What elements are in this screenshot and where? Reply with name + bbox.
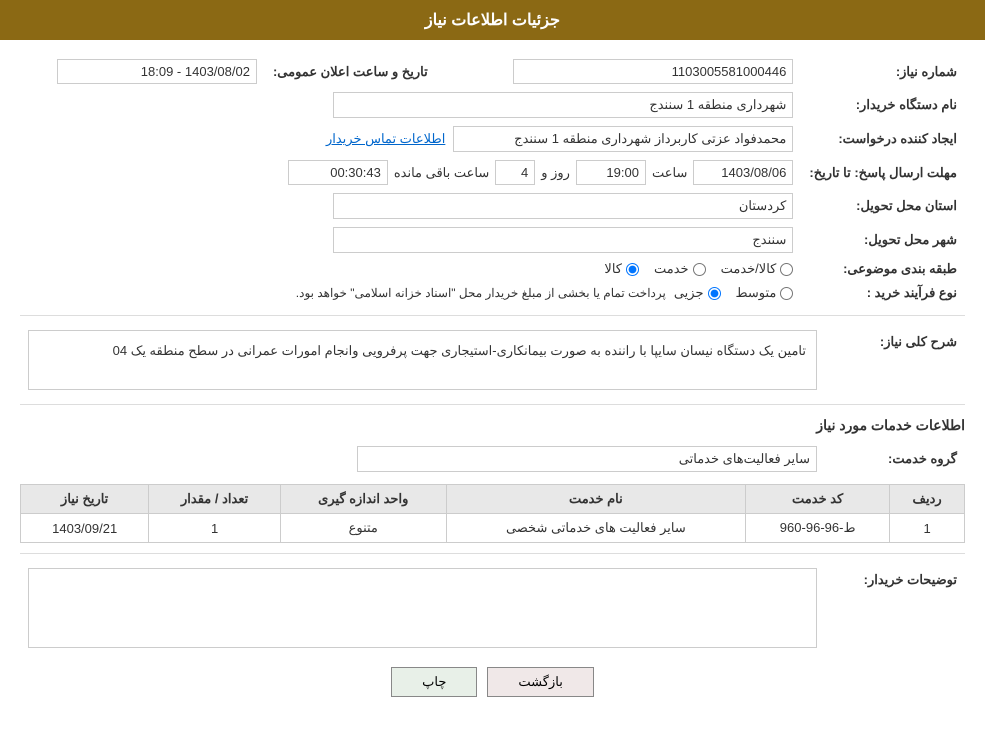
purchase-notice: پرداخت تمام یا بخشی از مبلغ خریدار محل "…: [296, 286, 666, 300]
purchase-label-jozi: جزیی: [674, 285, 704, 301]
date-value: 1403/08/02 - 18:09: [57, 59, 257, 84]
deadline-date: 1403/08/06: [693, 160, 793, 185]
purchase-radio-jozi[interactable]: [708, 287, 721, 300]
deadline-label: مهلت ارسال پاسخ: تا تاریخ:: [801, 156, 965, 189]
purchase-label-motavasset: متوسط: [736, 285, 777, 301]
page-title: جزئیات اطلاعات نیاز: [0, 0, 985, 40]
deadline-days: 4: [495, 160, 535, 185]
col-row-num: ردیف: [890, 485, 965, 514]
city-label: شهر محل تحویل:: [801, 223, 965, 257]
table-cell: 1: [149, 514, 281, 543]
description-label: شرح کلی نیاز:: [825, 326, 965, 394]
buyer-notes-textarea[interactable]: [28, 568, 817, 648]
category-radio-khedmat[interactable]: [693, 263, 706, 276]
province-label: استان محل تحویل:: [801, 189, 965, 223]
table-cell: 1403/09/21: [21, 514, 149, 543]
category-radio-kala-khedmat[interactable]: [780, 263, 793, 276]
description-text: تامین یک دستگاه نیسان سایپا با راننده به…: [28, 330, 817, 390]
col-service-code: کد خدمت: [746, 485, 890, 514]
col-unit: واحد اندازه گیری: [280, 485, 446, 514]
category-khedmat[interactable]: خدمت: [654, 261, 706, 277]
contact-link[interactable]: اطلاعات تماس خریدار: [326, 131, 445, 147]
deadline-time-label: ساعت: [652, 165, 687, 181]
services-group-label: گروه خدمت:: [825, 442, 965, 476]
table-cell: متنوع: [280, 514, 446, 543]
need-number-label: شماره نیاز:: [801, 55, 965, 88]
creator-value: محمدفواد عزتی کاربرداز شهرداری منطقه 1 س…: [453, 126, 793, 152]
purchase-type-motavasset[interactable]: متوسط: [736, 285, 794, 301]
purchase-radio-motavasset[interactable]: [780, 287, 793, 300]
print-button[interactable]: چاپ: [391, 667, 477, 697]
col-service-name: نام خدمت: [446, 485, 745, 514]
category-label-khedmat: خدمت: [654, 261, 689, 277]
category-label-kala: کالا: [604, 261, 622, 277]
category-label-kala-khedmat: کالا/خدمت: [721, 261, 777, 277]
deadline-days-label: روز و: [541, 165, 570, 181]
deadline-time: 19:00: [576, 160, 646, 185]
table-row: 1ط-96-96-960سایر فعالیت های خدماتی شخصیم…: [21, 514, 965, 543]
services-group-value: سایر فعالیت‌های خدماتی: [357, 446, 817, 472]
date-label: تاریخ و ساعت اعلان عمومی:: [265, 55, 436, 88]
category-radio-kala[interactable]: [626, 263, 639, 276]
buttons-row: بازگشت چاپ: [20, 667, 965, 717]
category-kala[interactable]: کالا: [604, 261, 639, 277]
remaining-label: ساعت باقی مانده: [394, 165, 489, 181]
purchase-type-label: نوع فرآیند خرید :: [801, 281, 965, 305]
need-number-value: 1103005581000446: [513, 59, 793, 84]
buyer-org-value: شهرداری منطقه 1 سنندج: [333, 92, 793, 118]
back-button[interactable]: بازگشت: [487, 667, 593, 697]
remaining-time: 00:30:43: [288, 160, 388, 185]
city-value: سنندج: [333, 227, 793, 253]
purchase-type-jozi[interactable]: جزیی: [674, 285, 721, 301]
table-cell: ط-96-96-960: [746, 514, 890, 543]
buyer-notes-label: توضیحات خریدار:: [825, 564, 965, 652]
province-value: کردستان: [333, 193, 793, 219]
buyer-org-label: نام دستگاه خریدار:: [801, 88, 965, 122]
table-cell: 1: [890, 514, 965, 543]
category-kala-khedmat[interactable]: کالا/خدمت: [721, 261, 794, 277]
services-section-title: اطلاعات خدمات مورد نیاز: [20, 417, 965, 434]
table-cell: سایر فعالیت های خدماتی شخصی: [446, 514, 745, 543]
col-quantity: تعداد / مقدار: [149, 485, 281, 514]
services-table: ردیف کد خدمت نام خدمت واحد اندازه گیری ت…: [20, 484, 965, 543]
creator-label: ایجاد کننده درخواست:: [801, 122, 965, 156]
category-label: طبقه بندی موضوعی:: [801, 257, 965, 281]
col-date: تاریخ نیاز: [21, 485, 149, 514]
